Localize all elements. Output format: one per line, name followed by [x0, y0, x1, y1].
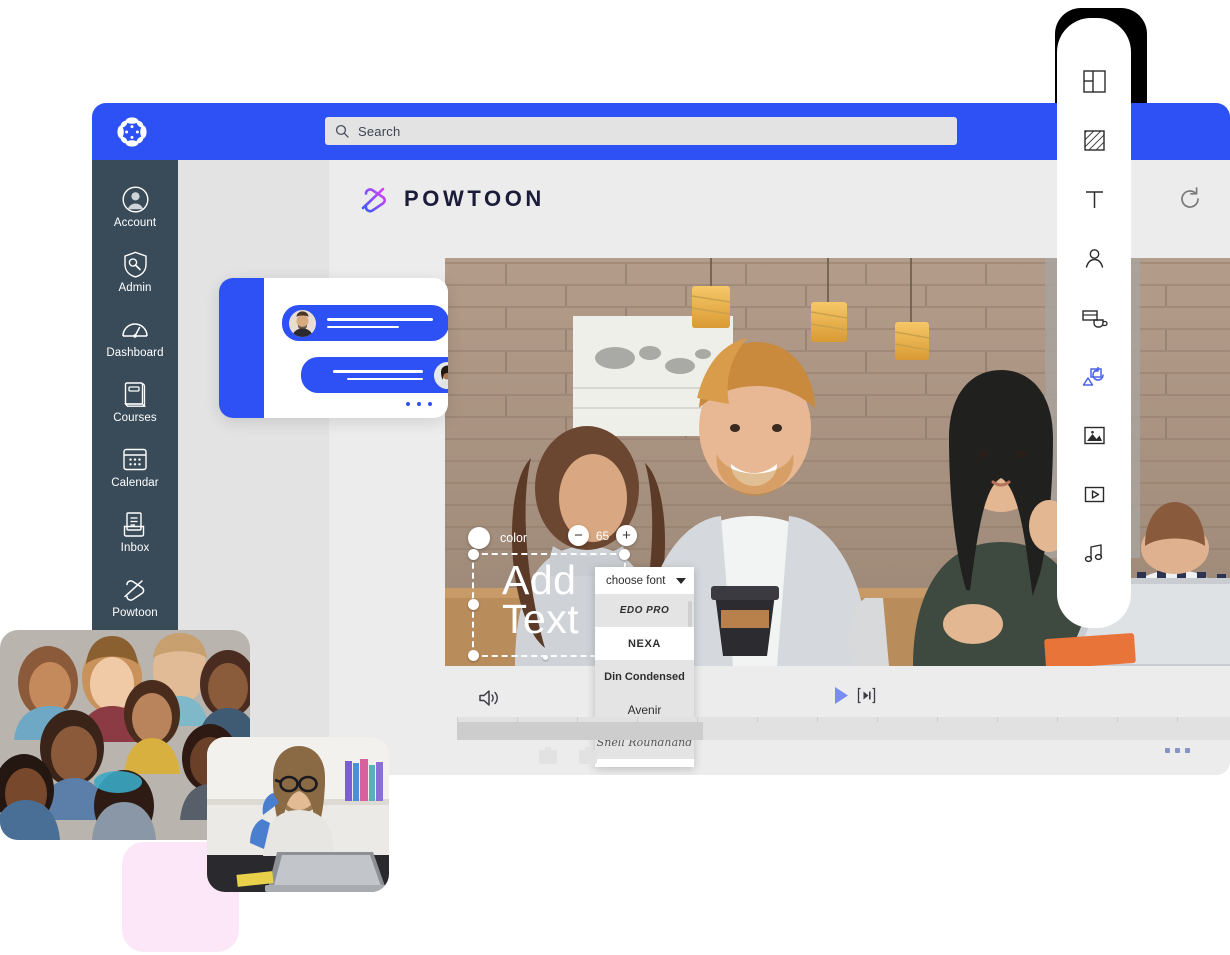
- increase-size-button[interactable]: +: [616, 525, 637, 546]
- search-placeholder: Search: [358, 123, 401, 139]
- skip-next-icon[interactable]: [857, 687, 876, 704]
- sidebar-item-dashboard[interactable]: Dashboard: [92, 304, 178, 369]
- background-texture-icon[interactable]: [1079, 125, 1109, 155]
- student-with-laptop-photo: [207, 737, 389, 892]
- search-icon: [335, 124, 349, 138]
- video-icon[interactable]: [1079, 479, 1109, 509]
- font-option-nexa[interactable]: NEXA: [595, 627, 694, 660]
- resize-handle-top-left[interactable]: [468, 549, 479, 560]
- sidebar-item-label: Admin: [118, 282, 152, 294]
- font-dropdown-header[interactable]: choose font: [595, 567, 694, 594]
- calendar-icon: [122, 444, 148, 474]
- timeline-progress: [457, 722, 703, 740]
- screenshot-stage: Search Account Admin Dashboard Courses C…: [0, 0, 1230, 955]
- avatar: [289, 309, 316, 337]
- powtoon-logo-icon: [358, 184, 394, 214]
- book-icon: [123, 379, 147, 409]
- powtoon-brand: POWTOON: [358, 184, 545, 214]
- chat-bubble-incoming: [282, 305, 448, 341]
- chevron-down-icon: [676, 577, 686, 584]
- timeline-track[interactable]: [457, 717, 1230, 740]
- font-dropdown-label: choose font: [606, 574, 666, 587]
- character-icon[interactable]: [1079, 243, 1109, 273]
- gauge-icon: [121, 314, 149, 344]
- resize-handle-bottom-center[interactable]: [543, 655, 548, 660]
- search-input[interactable]: Search: [325, 117, 957, 145]
- sidebar-item-label: Account: [113, 217, 157, 229]
- sidebar-item-label: Courses: [113, 412, 157, 424]
- color-label: color: [500, 531, 528, 545]
- sidebar-item-powtoon[interactable]: Powtoon: [92, 564, 178, 629]
- sidebar-item-courses[interactable]: Courses: [92, 369, 178, 434]
- user-avatar-icon: [121, 184, 149, 214]
- shapes-icon[interactable]: [1079, 361, 1109, 391]
- decrease-size-button[interactable]: −: [568, 525, 589, 546]
- props-icon[interactable]: [1079, 302, 1109, 332]
- font-option-edo-pro[interactable]: EDO PRO: [595, 594, 694, 627]
- image-icon[interactable]: [1079, 420, 1109, 450]
- volume-icon[interactable]: [478, 688, 500, 708]
- layout-icon[interactable]: [1079, 66, 1109, 96]
- more-options-icon[interactable]: [1165, 748, 1190, 753]
- playback-controls: 00:12 / 00:37: [445, 676, 1230, 722]
- lms-nav-list: Account Admin Dashboard Courses Calendar…: [92, 174, 178, 629]
- text-placeholder[interactable]: Add Text: [502, 560, 579, 640]
- text-icon[interactable]: [1079, 184, 1109, 214]
- play-icon: [834, 686, 849, 705]
- slide-marker[interactable]: [579, 747, 597, 764]
- chat-card-accent-bar: [219, 278, 264, 418]
- powtoon-asset-toolbar: [1057, 18, 1131, 628]
- resize-handle-bottom-left[interactable]: [468, 650, 479, 661]
- color-swatch[interactable]: [468, 527, 490, 549]
- chat-text-lines: [327, 318, 433, 328]
- powtoon-icon: [121, 574, 149, 604]
- sidebar-item-inbox[interactable]: Inbox: [92, 499, 178, 564]
- font-size-stepper: − 65 +: [568, 525, 637, 546]
- canvas-logo-icon[interactable]: [113, 113, 151, 151]
- play-button[interactable]: [834, 686, 876, 705]
- chat-text-lines: [333, 370, 423, 380]
- chat-card-overlay: [219, 278, 448, 418]
- slide-markers[interactable]: [539, 747, 597, 764]
- inbox-icon: [122, 509, 148, 539]
- shield-icon: [123, 249, 148, 279]
- resize-handle-middle-left[interactable]: [468, 599, 479, 610]
- chat-bubble-outgoing: [301, 357, 448, 393]
- sidebar-item-label: Dashboard: [106, 347, 164, 359]
- dropdown-scrollbar[interactable]: [688, 601, 692, 627]
- sidebar-item-label: Calendar: [111, 477, 159, 489]
- powtoon-wordmark: POWTOON: [404, 186, 545, 211]
- sidebar-item-label: Inbox: [120, 542, 150, 554]
- sidebar-item-account[interactable]: Account: [92, 174, 178, 239]
- sidebar-item-label: Powtoon: [112, 607, 158, 619]
- sidebar-item-admin[interactable]: Admin: [92, 239, 178, 304]
- avatar: [434, 361, 448, 389]
- font-size-value: 65: [595, 528, 610, 543]
- resize-handle-top-right[interactable]: [619, 549, 630, 560]
- text-format-toolbar: color: [468, 523, 527, 553]
- music-icon[interactable]: [1079, 538, 1109, 568]
- typing-dots-icon: [406, 402, 432, 406]
- sidebar-item-calendar[interactable]: Calendar: [92, 434, 178, 499]
- slide-marker[interactable]: [539, 747, 557, 764]
- refresh-icon[interactable]: [1175, 184, 1205, 214]
